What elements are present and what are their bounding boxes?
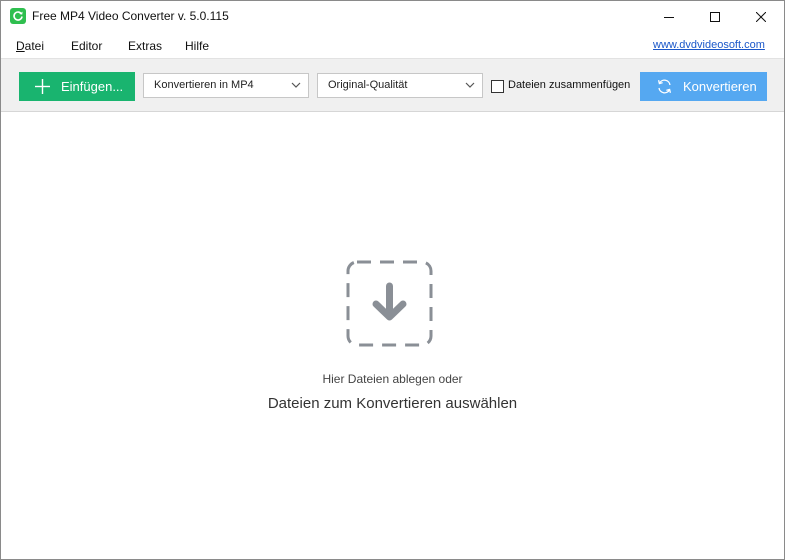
minimize-button[interactable] <box>646 1 692 32</box>
select-files-link[interactable]: Dateien zum Konvertieren auswählen <box>1 395 784 412</box>
convert-button[interactable]: Konvertieren <box>640 72 767 101</box>
toolbar: Einfügen... Konvertieren in MP4 Original… <box>1 58 784 112</box>
plus-icon <box>35 79 50 94</box>
quality-select[interactable]: Original-Qualität <box>317 73 483 98</box>
drop-hint-text: Hier Dateien ablegen oder <box>322 372 463 386</box>
quality-select-value: Original-Qualität <box>328 79 408 91</box>
chevron-down-icon <box>465 82 475 88</box>
window-title: Free MP4 Video Converter v. 5.0.115 <box>32 9 229 23</box>
chevron-down-icon <box>291 82 301 88</box>
close-button[interactable] <box>738 1 784 32</box>
minimize-icon <box>664 16 674 18</box>
convert-label: Konvertieren <box>683 79 757 94</box>
format-select-value: Konvertieren in MP4 <box>154 79 254 91</box>
title-bar[interactable]: Free MP4 Video Converter v. 5.0.115 <box>1 1 784 32</box>
website-link[interactable]: www.dvdvideosoft.com <box>653 39 765 51</box>
refresh-icon <box>657 79 672 94</box>
format-select[interactable]: Konvertieren in MP4 <box>143 73 309 98</box>
merge-files-label[interactable]: Dateien zusammenfügen <box>508 79 630 91</box>
add-files-label: Einfügen... <box>61 79 124 94</box>
maximize-button[interactable] <box>692 1 738 32</box>
menu-editor[interactable]: Editor <box>71 39 102 53</box>
menu-datei[interactable]: Datei <box>16 39 44 53</box>
download-arrow-icon <box>346 260 433 347</box>
menu-hilfe[interactable]: Hilfe <box>185 39 209 53</box>
maximize-icon <box>710 11 720 22</box>
close-icon <box>756 11 766 22</box>
drop-zone[interactable]: Hier Dateien ablegen oder Dateien zum Ko… <box>1 113 784 559</box>
app-refresh-icon <box>10 8 26 24</box>
menu-extras[interactable]: Extras <box>128 39 162 53</box>
app-window: Free MP4 Video Converter v. 5.0.115 Date… <box>0 0 785 560</box>
add-files-button[interactable]: Einfügen... <box>19 72 135 101</box>
merge-files-checkbox[interactable] <box>491 80 504 93</box>
